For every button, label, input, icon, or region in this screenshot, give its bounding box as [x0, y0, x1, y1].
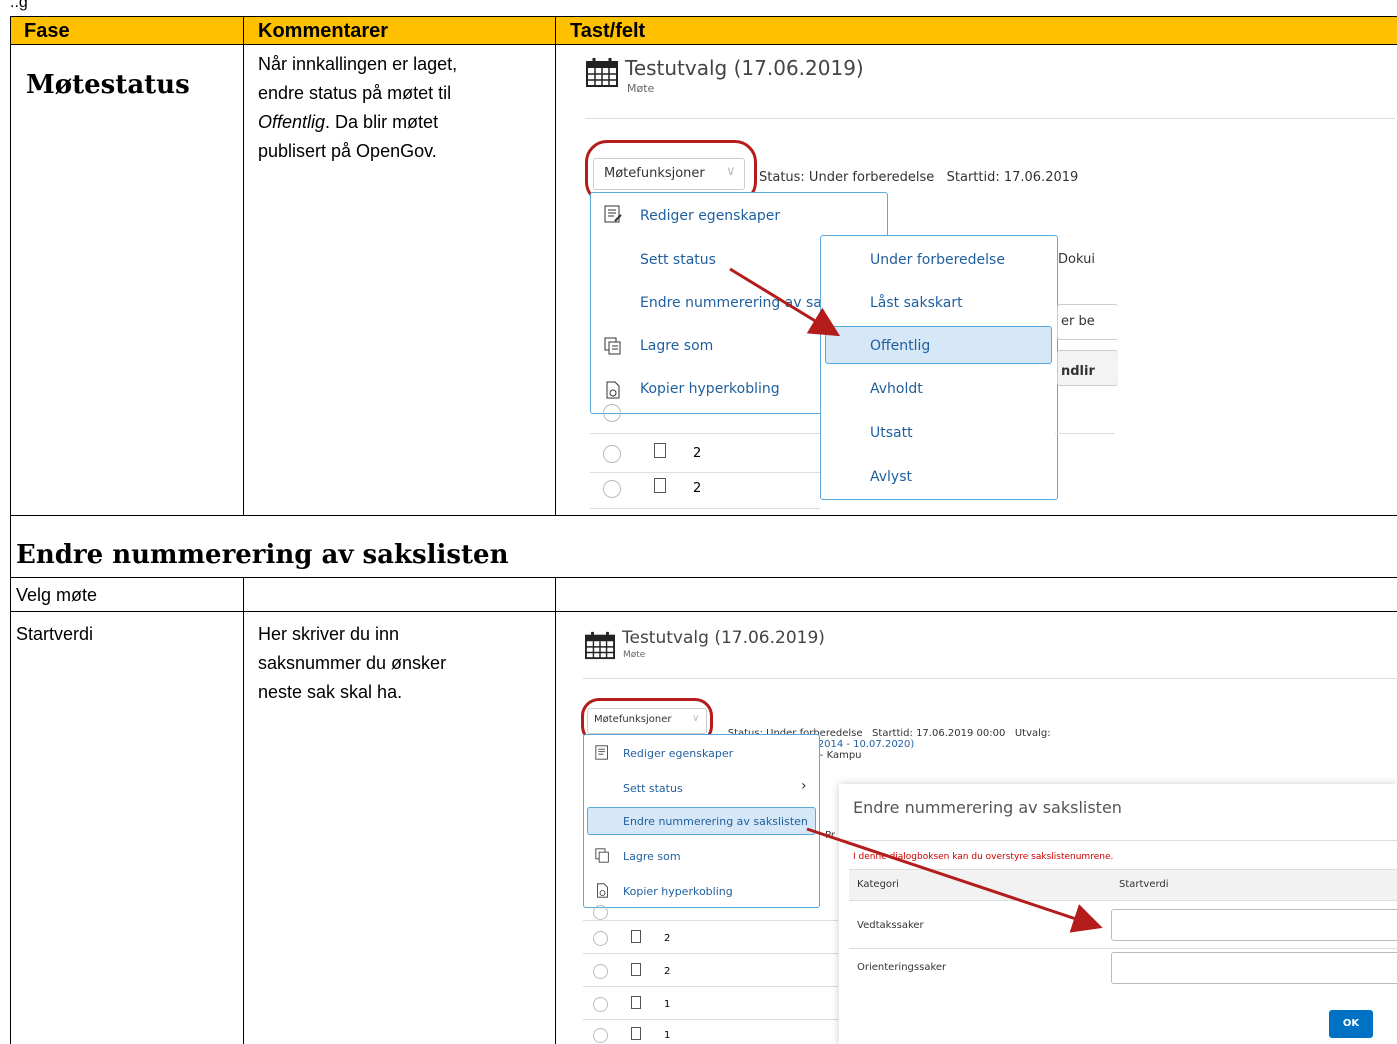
- col-divider-1a: [243, 16, 244, 515]
- header-kommentarer-label: Kommentarer: [258, 20, 389, 42]
- row3-kommentar-line-b: saksnummer du ønsker: [258, 653, 447, 673]
- screenshot-endre-nummerering: Testutvalg (17.06.2019) Møte Møtefunksjo…: [575, 616, 1397, 1044]
- row1-kommentar-line-c: Offentlig. Da blir møtet: [258, 110, 548, 134]
- row1-bottom-border: [10, 515, 1397, 516]
- section-title: Endre nummerering av sakslisten: [16, 540, 509, 570]
- pointer-arrow: [729, 267, 841, 337]
- row1-kommentar: Når innkallingen er laget, endre status …: [258, 52, 548, 163]
- row1-kommentar-line-b: endre status på møtet til: [258, 83, 452, 103]
- row1-fase: Møtestatus: [26, 70, 190, 100]
- header-fase-label: Fase: [24, 20, 70, 42]
- row3-kommentar-line-c: neste sak skal ha.: [258, 682, 403, 702]
- section-bottom-border: [10, 577, 1397, 578]
- header-col-tast: Tast/felt: [556, 17, 1397, 44]
- col-divider-2a: [555, 16, 556, 515]
- header-col-kommentarer: Kommentarer: [244, 17, 555, 44]
- row1-kommentar-line-c-rest: . Da blir møtet: [325, 112, 439, 132]
- row3-fase: Startverdi: [16, 624, 94, 644]
- pointer-arrow: [806, 827, 1103, 933]
- row3-kommentar: Her skriver du inn saksnummer du ønsker …: [258, 622, 548, 704]
- header-tast-label: Tast/felt: [570, 20, 646, 42]
- top-border: [10, 16, 1397, 17]
- row1-kommentar-line-d: publisert på OpenGov.: [258, 141, 437, 161]
- row2-fase: Velg møte: [16, 585, 98, 605]
- row2-bottom-border: [10, 611, 1397, 612]
- col-divider-2b: [555, 577, 556, 1044]
- screenshot-mote-status: Testutvalg (17.06.2019) Møte Møtefunksjo…: [575, 48, 1397, 514]
- left-border: [10, 16, 11, 1044]
- row1-kommentar-line-a: Når innkallingen er laget,: [258, 54, 458, 74]
- col-divider-1b: [243, 577, 244, 1044]
- header-col-fase: Fase: [10, 17, 243, 44]
- top-fragment: ..g: [10, 0, 28, 11]
- header-bottom-border: [10, 44, 1397, 45]
- offentlig-italic: Offentlig: [258, 112, 326, 132]
- row3-kommentar-line-a: Her skriver du inn: [258, 624, 400, 644]
